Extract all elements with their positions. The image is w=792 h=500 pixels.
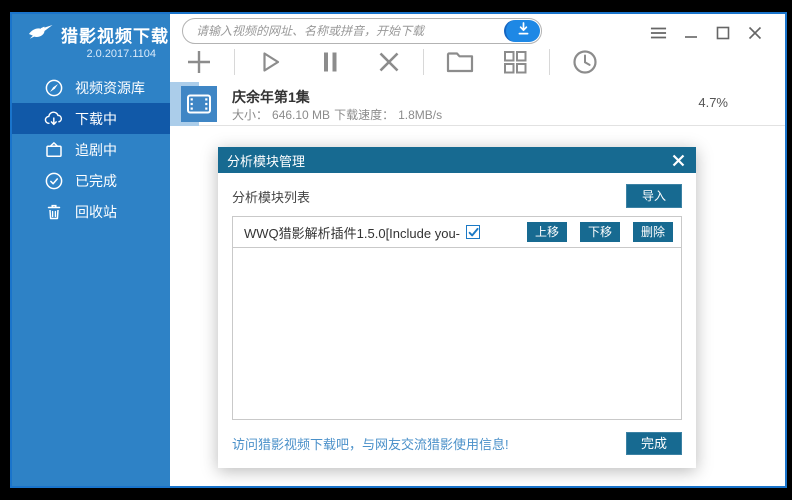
add-icon (188, 51, 210, 73)
pause-button[interactable] (317, 48, 343, 76)
speed-value: 1.8MB/s (398, 108, 443, 122)
sidebar-item-following-series[interactable]: 追剧中 (12, 134, 170, 165)
history-button[interactable] (571, 48, 599, 76)
close-button[interactable] (746, 24, 763, 41)
menu-button[interactable] (650, 24, 667, 41)
checkmark-icon (468, 227, 479, 236)
start-button[interactable] (256, 48, 284, 76)
size-value: 646.10 MB (272, 108, 331, 122)
size-label: 大小： (232, 108, 269, 122)
speed-label: 下载速度： (334, 108, 395, 122)
swallow-logo-icon (28, 23, 54, 45)
sidebar-item-completed[interactable]: 已完成 (12, 165, 170, 196)
sidebar-item-video-library[interactable]: 视频资源库 (12, 72, 170, 103)
download-arrow-icon (517, 22, 530, 40)
cancel-icon (379, 52, 399, 72)
minimize-button[interactable] (682, 24, 699, 41)
pause-icon (324, 52, 337, 72)
history-clock-icon (573, 50, 597, 74)
dialog-title: 分析模块管理 (227, 153, 306, 169)
import-button[interactable]: 导入 (625, 184, 682, 208)
dialog-body: 分析模块列表 导入 WWQ猎影解析插件1.5.0[Include you- 上移 (218, 184, 696, 468)
cancel-button[interactable] (376, 49, 402, 75)
move-up-button[interactable]: 上移 (526, 222, 567, 242)
sidebar-item-downloading[interactable]: 下载中 (12, 103, 170, 134)
download-row[interactable]: 庆余年第1集 大小： 646.10 MB 下载速度： 1.8MB/s 4.7% (170, 82, 785, 126)
minimize-icon (684, 35, 697, 38)
maximize-button[interactable] (714, 24, 731, 41)
plugin-name: WWQ猎影解析插件1.5.0[Include you- (244, 225, 460, 241)
delete-button[interactable]: 删除 (632, 222, 673, 242)
add-task-button[interactable] (185, 48, 213, 76)
toolbar-separator (423, 49, 424, 75)
dialog-close-button[interactable] (669, 151, 687, 169)
download-progress-percent: 4.7% (698, 95, 728, 110)
search-input[interactable] (183, 24, 504, 38)
sidebar-item-label: 回收站 (75, 203, 117, 220)
hamburger-icon (650, 27, 667, 38)
trash-icon (44, 202, 64, 222)
sidebar-item-recycle-bin[interactable]: 回收站 (12, 196, 170, 227)
download-title: 庆余年第1集 (232, 89, 310, 105)
plugin-enabled-checkbox[interactable] (466, 225, 480, 239)
compass-icon (44, 78, 64, 98)
sidebar-item-label: 追剧中 (75, 141, 117, 158)
sidebar-item-label: 视频资源库 (75, 79, 145, 96)
module-list-item[interactable]: WWQ猎影解析插件1.5.0[Include you- 上移 下移 删除 (233, 217, 681, 248)
grid-view-button[interactable] (502, 49, 528, 75)
toolbar (185, 45, 599, 79)
sidebar-nav: 视频资源库 下载中 追剧中 已完成 回收站 (12, 72, 170, 227)
app-version: 2.0.2017.1104 (86, 48, 156, 60)
dialog-footer: 访问猎影视频下载吧，与网友交流猎影使用信息! 完成 (232, 432, 682, 455)
sidebar-item-label: 下载中 (75, 110, 117, 127)
folder-icon (446, 52, 474, 73)
toolbar-separator (549, 49, 550, 75)
move-down-button[interactable]: 下移 (579, 222, 620, 242)
toolbar-separator (234, 49, 235, 75)
sidebar-item-label: 已完成 (75, 172, 117, 189)
main-area: 庆余年第1集 大小：646.10 MB下载速度：1.8MB/s 4.7% 分析模… (170, 14, 785, 486)
module-manager-dialog: 分析模块管理 分析模块列表 导入 WWQ猎影解析插件1.5.0[Include … (218, 147, 696, 468)
done-button[interactable]: 完成 (625, 432, 682, 455)
app-logo-row: 猎影视频下载 (12, 14, 170, 46)
window-controls (650, 24, 763, 41)
tv-icon (44, 140, 64, 160)
cloud-download-icon (44, 109, 64, 129)
app-window: 猎影视频下载 2.0.2017.1104 视频资源库 下载中 追剧中 已完成 回… (10, 12, 787, 488)
open-folder-button[interactable] (445, 49, 475, 75)
module-list: WWQ猎影解析插件1.5.0[Include you- 上移 下移 删除 (232, 216, 682, 420)
sidebar: 猎影视频下载 2.0.2017.1104 视频资源库 下载中 追剧中 已完成 回… (12, 14, 170, 486)
close-icon (672, 154, 684, 166)
maximize-icon (716, 26, 729, 39)
download-meta: 大小： 646.10 MB 下载速度： 1.8MB/s (232, 106, 446, 123)
search-download-button[interactable] (504, 20, 540, 42)
app-title: 猎影视频下载 (61, 26, 169, 46)
community-link[interactable]: 访问猎影视频下载吧，与网友交流猎影使用信息! (232, 434, 509, 453)
check-circle-icon (44, 171, 64, 191)
dialog-titlebar: 分析模块管理 (218, 147, 696, 173)
close-icon (748, 26, 761, 39)
video-file-icon (181, 86, 217, 122)
search-bar (182, 18, 542, 44)
play-icon (263, 52, 280, 72)
module-list-label: 分析模块列表 (232, 189, 311, 205)
grid-icon (504, 51, 527, 74)
